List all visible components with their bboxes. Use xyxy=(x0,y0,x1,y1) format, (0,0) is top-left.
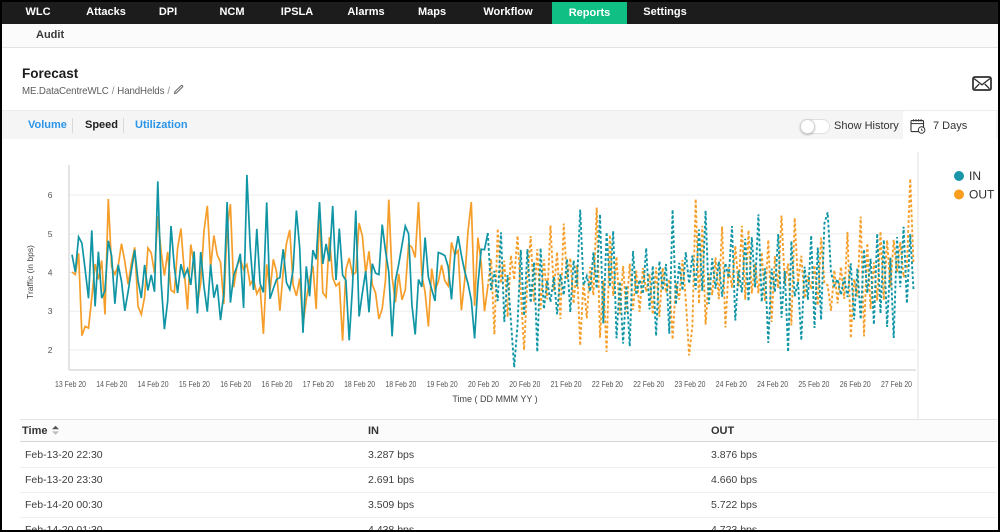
svg-text:16 Feb 20: 16 Feb 20 xyxy=(262,379,293,389)
svg-text:20 Feb 20: 20 Feb 20 xyxy=(509,379,540,389)
svg-text:Traffic (in bps): Traffic (in bps) xyxy=(25,245,35,299)
svg-text:13 Feb 20: 13 Feb 20 xyxy=(55,379,86,389)
svg-text:25 Feb 20: 25 Feb 20 xyxy=(798,379,829,389)
svg-text:27 Feb 20: 27 Feb 20 xyxy=(881,379,912,389)
svg-text:21 Feb 20: 21 Feb 20 xyxy=(551,379,582,389)
svg-text:3: 3 xyxy=(48,306,53,316)
svg-text:18 Feb 20: 18 Feb 20 xyxy=(344,379,375,389)
svg-text:Time ( DD MMM YY ): Time ( DD MMM YY ) xyxy=(452,394,537,404)
svg-text:4: 4 xyxy=(48,268,53,278)
svg-text:15 Feb 20: 15 Feb 20 xyxy=(179,379,210,389)
svg-text:OUT: OUT xyxy=(969,188,995,202)
svg-text:26 Feb 20: 26 Feb 20 xyxy=(840,379,871,389)
svg-text:14 Feb 20: 14 Feb 20 xyxy=(138,379,169,389)
svg-text:24 Feb 20: 24 Feb 20 xyxy=(757,379,788,389)
svg-text:20 Feb 20: 20 Feb 20 xyxy=(468,379,499,389)
svg-text:22 Feb 20: 22 Feb 20 xyxy=(592,379,623,389)
svg-text:23 Feb 20: 23 Feb 20 xyxy=(675,379,706,389)
svg-text:16 Feb 20: 16 Feb 20 xyxy=(220,379,251,389)
svg-text:19 Feb 20: 19 Feb 20 xyxy=(427,379,458,389)
svg-text:14 Feb 20: 14 Feb 20 xyxy=(96,379,127,389)
svg-text:18 Feb 20: 18 Feb 20 xyxy=(385,379,416,389)
svg-text:IN: IN xyxy=(969,169,981,183)
svg-text:6: 6 xyxy=(48,190,53,200)
svg-text:2: 2 xyxy=(48,345,53,355)
svg-text:24 Feb 20: 24 Feb 20 xyxy=(716,379,747,389)
svg-text:5: 5 xyxy=(48,229,53,239)
svg-text:17 Feb 20: 17 Feb 20 xyxy=(303,379,334,389)
svg-text:22 Feb 20: 22 Feb 20 xyxy=(633,379,664,389)
